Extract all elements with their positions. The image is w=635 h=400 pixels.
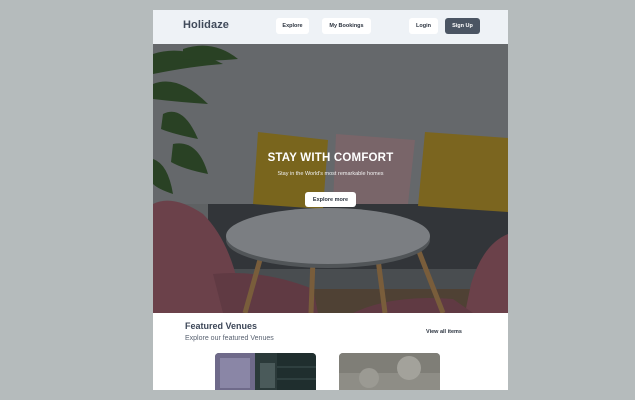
nav-my-bookings-button[interactable]: My Bookings xyxy=(322,18,371,34)
hero-banner: STAY WITH COMFORT Stay in the World's mo… xyxy=(153,44,508,313)
hero-subtitle: Stay in the World's most remarkable home… xyxy=(277,171,384,177)
venue-card-image[interactable] xyxy=(339,353,440,390)
login-button[interactable]: Login xyxy=(409,18,438,34)
view-all-link[interactable]: View all items xyxy=(426,329,462,335)
venue-card-image[interactable] xyxy=(215,353,316,390)
site-header: Holidaze Explore My Bookings Login Sign … xyxy=(153,10,508,44)
featured-title: Featured Venues xyxy=(185,321,258,331)
nav-explore-button[interactable]: Explore xyxy=(276,18,309,34)
venue-photo xyxy=(339,353,440,390)
hero-background-image xyxy=(153,44,508,313)
featured-subtitle: Explore our featured Venues xyxy=(185,335,274,342)
hero-title: STAY WITH COMFORT xyxy=(267,152,394,164)
explore-more-button[interactable]: Explore more xyxy=(305,192,356,207)
site-logo[interactable]: Holidaze xyxy=(183,19,229,31)
site-page: Holidaze Explore My Bookings Login Sign … xyxy=(153,10,508,390)
signup-button[interactable]: Sign Up xyxy=(445,18,480,34)
venue-photo xyxy=(215,353,316,390)
